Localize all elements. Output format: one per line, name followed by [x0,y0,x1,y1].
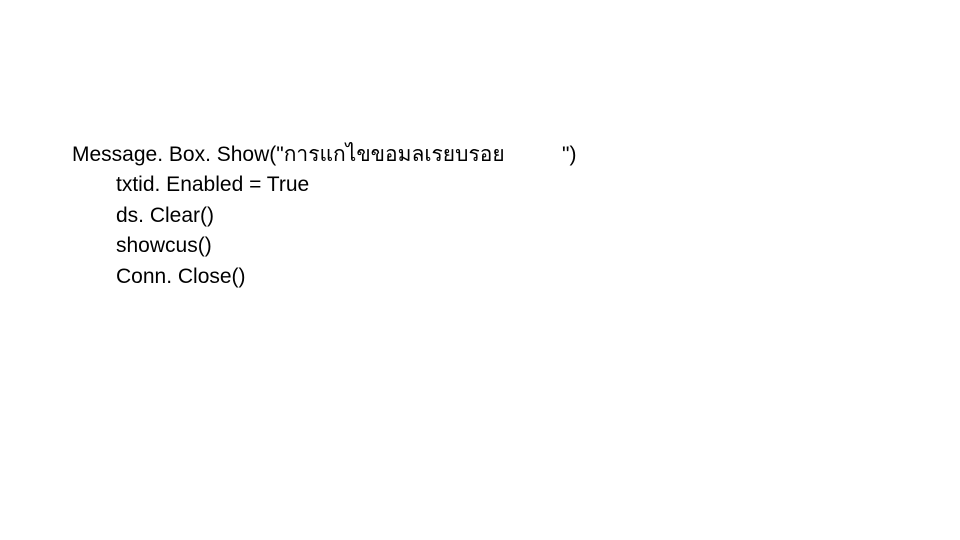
code-line-4: showcus() [72,231,505,261]
code-line-1: Message. Box. Show("การแกไขขอมลเรยบรอย "… [72,140,505,170]
code-line-2: txtid. Enabled = True [72,170,505,200]
code-line-3: ds. Clear() [72,201,505,231]
code-text-suffix: ") [562,140,576,170]
code-line-5: Conn. Close() [72,262,505,292]
code-snippet: Message. Box. Show("การแกไขขอมลเรยบรอย "… [72,140,505,292]
code-text-thai: การแกไขขอมลเรยบรอย [284,140,505,170]
code-text-prefix: Message. Box. Show(" [72,140,284,170]
